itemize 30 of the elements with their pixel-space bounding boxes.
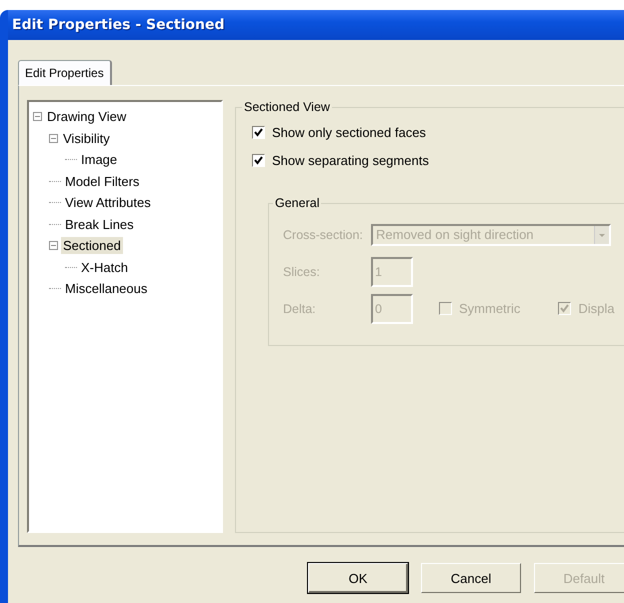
check-icon <box>254 156 263 164</box>
tree-item[interactable]: X-Hatch <box>79 258 130 276</box>
tree-item[interactable]: Model Filters <box>63 172 142 190</box>
checkbox-label: Symmetric <box>459 301 520 316</box>
dialog-button[interactable]: Cancel <box>421 563 521 593</box>
tab[interactable]: Edit Properties <box>18 60 112 85</box>
collapse-icon[interactable] <box>33 112 42 122</box>
collapse-icon[interactable] <box>49 134 58 143</box>
tree-item[interactable]: Visibility <box>61 130 112 147</box>
checkbox-label: Displa <box>578 301 615 316</box>
tree-item[interactable]: Break Lines <box>63 216 136 233</box>
tree-item[interactable]: Miscellaneous <box>63 280 150 298</box>
checkbox[interactable]: Show only sectioned faces <box>252 118 624 146</box>
collapse-icon[interactable] <box>49 241 58 250</box>
tree-item[interactable]: Sectioned <box>61 237 123 254</box>
tree-item[interactable]: Drawing View <box>45 108 128 126</box>
group-title: General <box>274 196 320 210</box>
dialog-button[interactable]: OK <box>308 563 408 593</box>
tree-item[interactable]: Image <box>79 151 120 168</box>
group-title: Sectioned View <box>243 100 331 114</box>
check-icon <box>560 304 570 313</box>
field-label: Delta: <box>283 302 317 316</box>
tree-item[interactable]: View Attributes <box>63 194 153 212</box>
field-label: Slices: <box>283 264 321 278</box>
checkbox-label: Show separating segments <box>272 152 429 168</box>
check-icon <box>254 128 263 136</box>
field-label: Cross-section: <box>283 228 364 242</box>
checkbox[interactable]: Show separating segments <box>252 146 624 174</box>
window-title: Edit Properties - Sectioned <box>12 17 225 33</box>
checkbox-label: Show only sectioned faces <box>272 124 426 140</box>
